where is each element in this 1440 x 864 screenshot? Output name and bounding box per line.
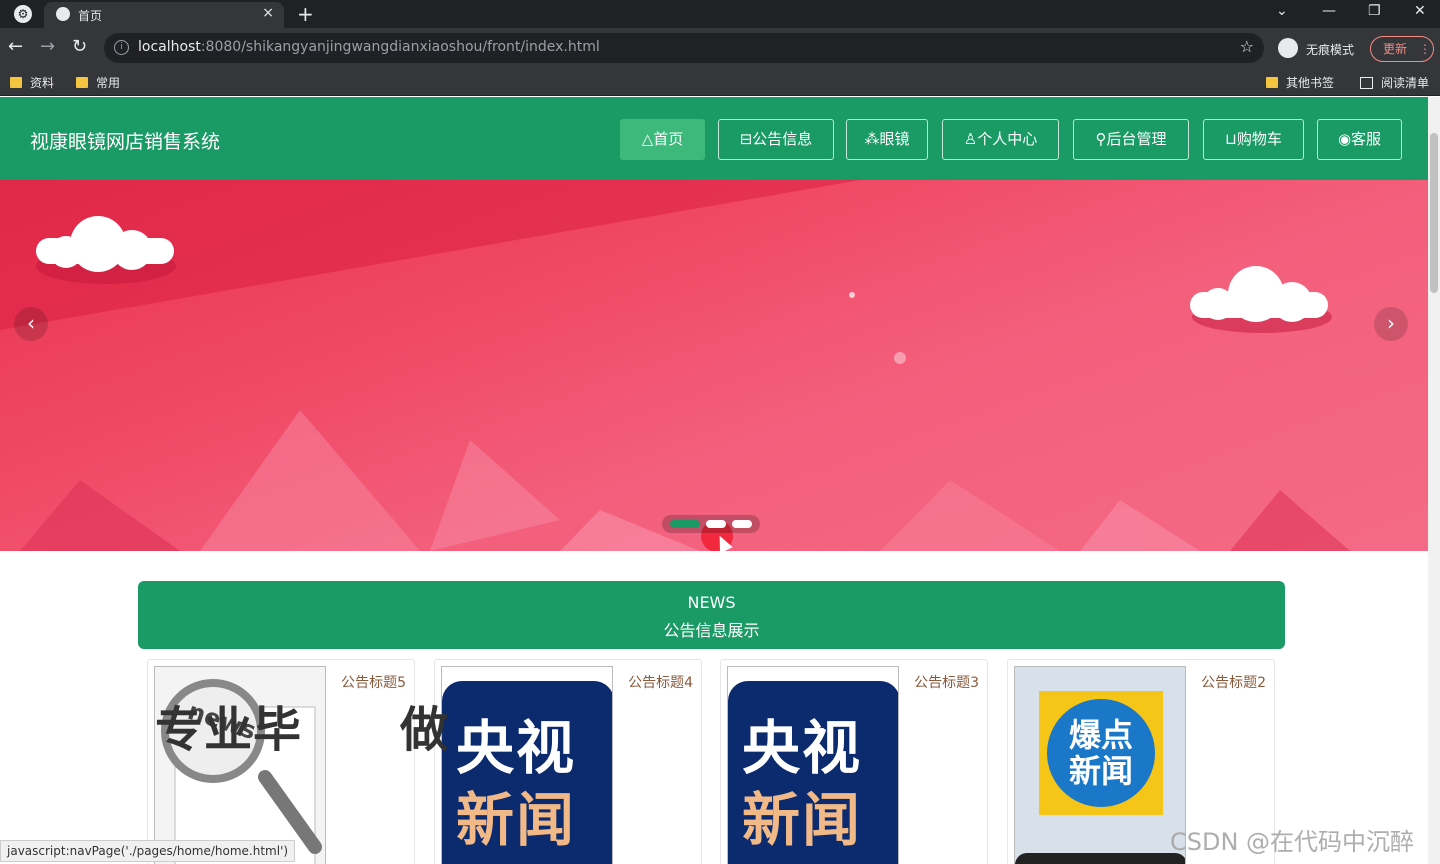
cctv-logo: 央视 新闻	[442, 681, 612, 864]
nav-personal-center[interactable]: ♙个人中心	[942, 119, 1059, 160]
news-card-image[interactable]: 爆点新闻	[1014, 666, 1186, 864]
cloud-icon	[1190, 266, 1332, 333]
close-window-button[interactable]: ✕	[1414, 3, 1426, 19]
reading-list[interactable]: 阅读清单	[1360, 74, 1429, 91]
bookmark-star-icon[interactable]: ☆	[1240, 37, 1254, 56]
news-card[interactable]: 央视 新闻 公告标题4	[434, 659, 702, 864]
minimize-button[interactable]: —	[1322, 3, 1336, 19]
browser-tab-bar: ⚙ 首页 × + ⌄ — ❐ ✕	[0, 0, 1440, 28]
news-card-title[interactable]: 公告标题5	[341, 672, 406, 692]
news-heading-cn: 公告信息展示	[663, 621, 760, 640]
watermark: CSDN @在代码中沉醉	[1170, 828, 1415, 856]
hot-news-text: 爆点新闻	[1068, 716, 1133, 790]
news-card-title[interactable]: 公告标题4	[628, 672, 693, 692]
reload-button[interactable]: ↻	[72, 36, 87, 57]
bookmark-folder-ziliao[interactable]: 资料	[10, 74, 54, 91]
nav-customer-service[interactable]: ◉客服	[1317, 119, 1402, 160]
news-card-title[interactable]: 公告标题3	[914, 672, 979, 692]
nav-glasses[interactable]: ⁂眼镜	[846, 119, 928, 160]
folder-icon	[1266, 77, 1278, 88]
restore-button[interactable]: ❐	[1368, 3, 1381, 19]
new-tab-button[interactable]: +	[297, 2, 314, 26]
nav-cart[interactable]: ⊔购物车	[1203, 119, 1304, 160]
overlay-caption: 专业毕 做	[155, 702, 450, 758]
status-bar-url: javascript:navPage('./pages/home/home.ht…	[0, 840, 296, 862]
carousel-prev-button[interactable]: ‹	[14, 307, 48, 341]
carousel-indicators	[662, 515, 760, 533]
news-card-image[interactable]: 央视 新闻	[727, 666, 899, 864]
news-section-header: NEWS 公告信息展示	[138, 581, 1285, 649]
carousel-dot-2[interactable]	[706, 520, 726, 528]
banner-carousel[interactable]: ‹ ›	[0, 180, 1428, 551]
incognito-label[interactable]: 无痕模式	[1306, 41, 1354, 58]
banner-illustration	[0, 180, 1350, 551]
site-header: 视康眼镜网店销售系统 △首页 ⊟公告信息 ⁂眼镜 ♙个人中心 ⚲后台管理 ⊔购物…	[0, 97, 1428, 180]
browser-toolbar: ← → ↻ i localhost:8080/shikangyanjingwan…	[0, 28, 1440, 68]
forward-button[interactable]: →	[40, 36, 55, 57]
more-icon: ⋮	[1419, 42, 1432, 56]
tab-home[interactable]: 首页 ×	[44, 2, 284, 28]
browser-menu-icon[interactable]: ⚙	[14, 5, 32, 23]
tab-title: 首页	[78, 9, 103, 23]
bookmarks-bar: 资料 常用 其他书签 阅读清单	[0, 68, 1440, 96]
address-bar[interactable]: i localhost:8080/shikangyanjingwangdianx…	[104, 33, 1264, 63]
folder-icon	[76, 77, 88, 88]
nav-announcements[interactable]: ⊟公告信息	[718, 119, 834, 160]
carousel-dot-1[interactable]	[670, 520, 700, 528]
folder-icon	[10, 77, 22, 88]
info-icon[interactable]: i	[114, 40, 129, 55]
back-button[interactable]: ←	[8, 36, 23, 57]
tab-close-icon[interactable]: ×	[262, 5, 274, 21]
news-card-image[interactable]: 央视 新闻	[441, 666, 613, 864]
globe-icon	[56, 7, 70, 21]
bookmark-folder-other[interactable]: 其他书签	[1266, 74, 1334, 91]
url-text[interactable]: localhost:8080/shikangyanjingwangdianxia…	[138, 39, 600, 55]
bookmark-folder-changyong[interactable]: 常用	[76, 74, 120, 91]
carousel-dot-3[interactable]	[732, 520, 752, 528]
page-scrollbar[interactable]	[1428, 97, 1440, 864]
nav-admin[interactable]: ⚲后台管理	[1073, 119, 1189, 160]
phone-frame	[1015, 853, 1185, 864]
web-page: 视康眼镜网店销售系统 △首页 ⊟公告信息 ⁂眼镜 ♙个人中心 ⚲后台管理 ⊔购物…	[0, 97, 1428, 864]
reading-list-icon	[1360, 77, 1373, 89]
cctv-logo: 央视 新闻	[728, 681, 898, 864]
carousel-next-button[interactable]: ›	[1374, 307, 1408, 341]
update-button[interactable]: 更新 ⋮	[1370, 36, 1434, 62]
news-card[interactable]: 央视 新闻 公告标题3	[720, 659, 988, 864]
news-heading-en: NEWS	[687, 593, 736, 612]
site-title: 视康眼镜网店销售系统	[30, 131, 221, 153]
incognito-icon[interactable]	[1278, 38, 1298, 58]
news-card-title[interactable]: 公告标题2	[1201, 672, 1266, 692]
tab-list-icon[interactable]: ⌄	[1276, 3, 1288, 19]
nav-home[interactable]: △首页	[620, 119, 705, 160]
scrollbar-thumb[interactable]	[1430, 133, 1438, 293]
